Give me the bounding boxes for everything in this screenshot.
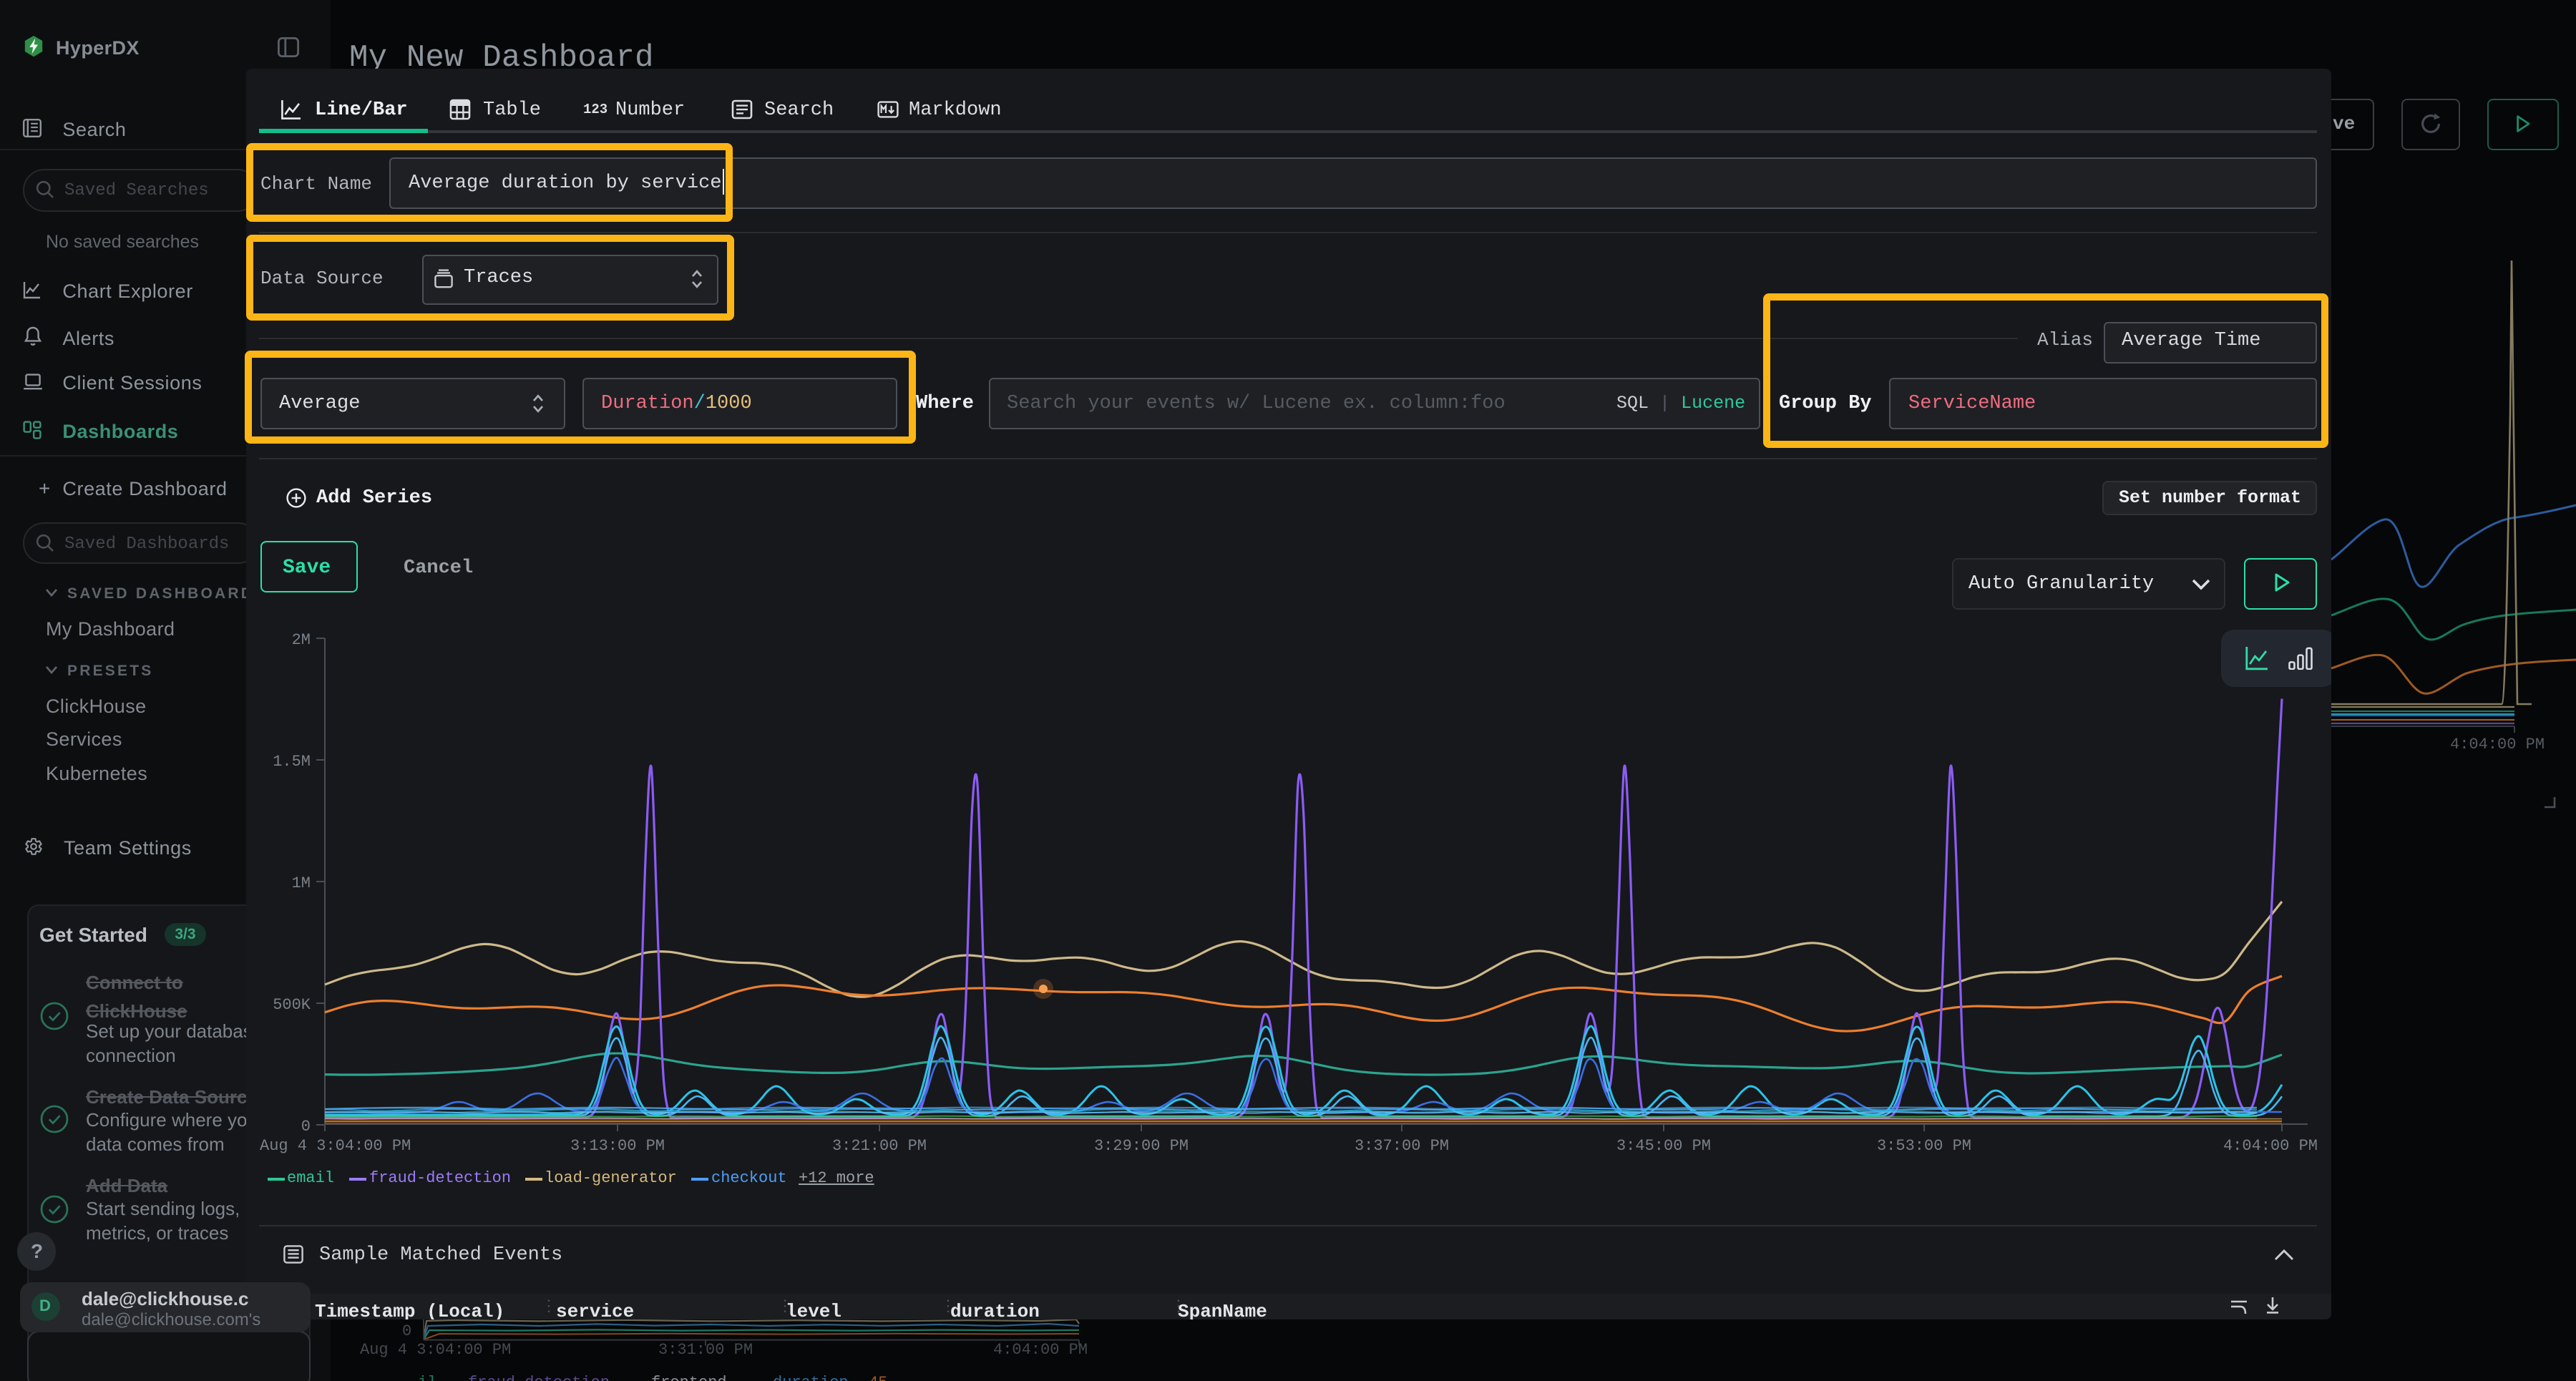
svg-text:1.5M: 1.5M xyxy=(272,753,310,771)
svg-text:500K: 500K xyxy=(272,996,311,1014)
svg-text:Aug 4 3:04:00 PM: Aug 4 3:04:00 PM xyxy=(259,1137,410,1155)
svg-text:0: 0 xyxy=(301,1118,310,1136)
svg-text:3:21:00 PM: 3:21:00 PM xyxy=(831,1137,926,1155)
svg-text:3:13:00 PM: 3:13:00 PM xyxy=(570,1137,664,1155)
svg-text:1M: 1M xyxy=(291,874,310,892)
svg-text:3:45:00 PM: 3:45:00 PM xyxy=(1616,1137,1710,1155)
svg-text:2M: 2M xyxy=(291,631,310,649)
svg-text:4:04:00 PM: 4:04:00 PM xyxy=(2223,1137,2317,1155)
svg-text:3:53:00 PM: 3:53:00 PM xyxy=(1876,1137,1971,1155)
svg-text:3:37:00 PM: 3:37:00 PM xyxy=(1354,1137,1448,1155)
svg-text:3:29:00 PM: 3:29:00 PM xyxy=(1093,1137,1188,1155)
